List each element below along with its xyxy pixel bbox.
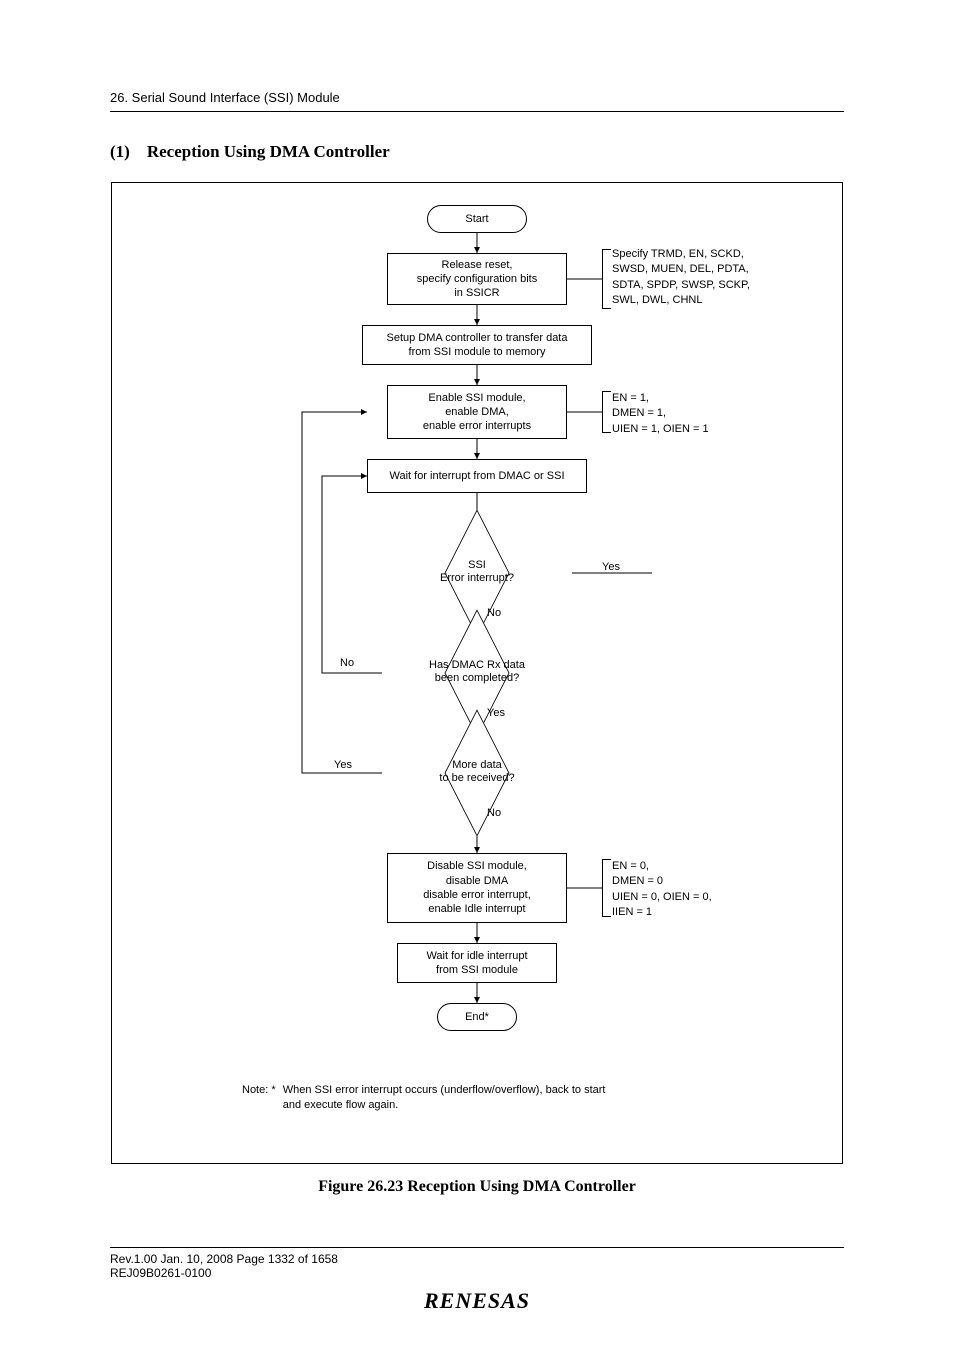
page-header: 26. Serial Sound Interface (SSI) Module <box>110 90 844 112</box>
label-no-2: No <box>340 657 354 669</box>
flow-setup-dma: Setup DMA controller to transfer data fr… <box>362 325 592 365</box>
annot-brace-1 <box>602 249 603 309</box>
footer-docid: REJ09B0261-0100 <box>110 1266 844 1280</box>
heading-number: (1) <box>110 142 130 161</box>
flow-annotation-disable: EN = 0, DMEN = 0 UIEN = 0, OIEN = 0, IIE… <box>612 859 812 921</box>
flow-note-text: When SSI error interrupt occurs (underfl… <box>283 1083 606 1114</box>
brand-logo: RENESAS <box>110 1288 844 1314</box>
annot-brace-3 <box>602 859 603 917</box>
page-footer: Rev.1.00 Jan. 10, 2008 Page 1332 of 1658… <box>110 1247 844 1314</box>
heading-title: Reception Using DMA Controller <box>147 142 390 161</box>
annot-brace-2 <box>602 391 603 433</box>
label-yes-1: Yes <box>602 561 620 573</box>
label-yes-3: Yes <box>334 759 352 771</box>
flow-note: Note: * When SSI error interrupt occurs … <box>242 1083 802 1114</box>
figure-caption: Figure 26.23 Reception Using DMA Control… <box>110 1178 844 1196</box>
label-yes-2: Yes <box>487 707 505 719</box>
label-no-3: No <box>487 807 501 819</box>
flow-annotation-enable: EN = 1, DMEN = 1, UIEN = 1, OIEN = 1 <box>612 391 812 437</box>
page: 26. Serial Sound Interface (SSI) Module … <box>0 0 954 1350</box>
flowchart-frame: Start Release reset, specify configurati… <box>111 182 843 1164</box>
flow-wait-idle: Wait for idle interrupt from SSI module <box>397 943 557 983</box>
flow-release-reset: Release reset, specify configuration bit… <box>387 253 567 305</box>
flow-enable-ssi: Enable SSI module, enable DMA, enable er… <box>387 385 567 439</box>
footer-revision: Rev.1.00 Jan. 10, 2008 Page 1332 of 1658 <box>110 1252 844 1266</box>
flow-end: End* <box>437 1003 517 1031</box>
flow-annotation-config: Specify TRMD, EN, SCKD, SWSD, MUEN, DEL,… <box>612 247 812 309</box>
flow-note-label: Note: * <box>242 1084 276 1096</box>
section-heading: (1) Reception Using DMA Controller <box>110 142 844 162</box>
flow-start: Start <box>427 205 527 233</box>
flow-wait-interrupt: Wait for interrupt from DMAC or SSI <box>367 459 587 493</box>
flow-disable-ssi: Disable SSI module, disable DMA disable … <box>387 853 567 923</box>
label-no-1: No <box>487 607 501 619</box>
